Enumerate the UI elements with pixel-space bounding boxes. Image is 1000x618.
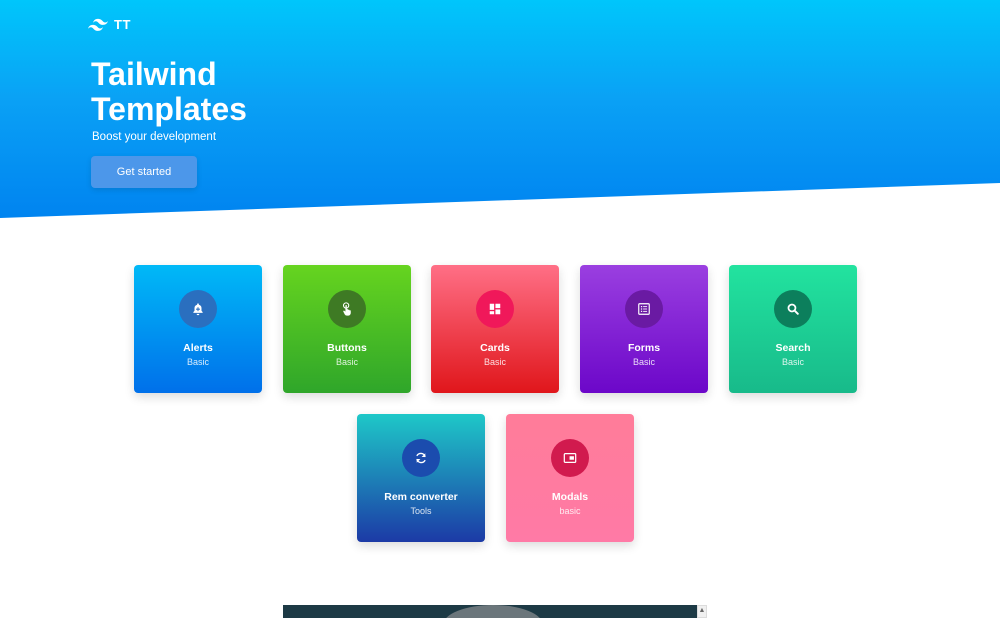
- card-title: Alerts: [183, 342, 213, 354]
- card-icon-circle: [402, 439, 440, 477]
- bell-icon: [193, 303, 203, 316]
- get-started-button[interactable]: Get started: [91, 156, 197, 188]
- card-icon-circle: [625, 290, 663, 328]
- card-title: Modals: [551, 491, 589, 503]
- card-title: Forms: [627, 342, 661, 354]
- preview-frame: [283, 605, 697, 618]
- page-title: Tailwind Templates: [91, 56, 247, 127]
- card-rem-converter[interactable]: Rem converter Tools: [357, 414, 485, 542]
- card-icon-circle: [551, 439, 589, 477]
- card-modals[interactable]: Modals basic: [506, 414, 634, 542]
- brand-name: TT: [114, 17, 131, 32]
- card-title: Rem converter: [384, 491, 458, 503]
- card-cards[interactable]: Cards Basic: [431, 265, 559, 393]
- card-title: Buttons: [327, 342, 367, 354]
- grid-layout-icon: [489, 303, 501, 315]
- modal-window-icon: [563, 453, 577, 463]
- card-title: Search: [775, 342, 811, 354]
- preview-image: [443, 605, 543, 618]
- card-icon-circle: [774, 290, 812, 328]
- card-subtitle: Tools: [410, 506, 432, 516]
- scrollbar-up-arrow[interactable]: ▲: [697, 605, 707, 618]
- card-buttons[interactable]: Buttons Basic: [283, 265, 411, 393]
- card-icon-circle: [179, 290, 217, 328]
- card-search[interactable]: Search Basic: [729, 265, 857, 393]
- card-subtitle: Basic: [632, 357, 655, 367]
- card-title: Cards: [480, 342, 510, 354]
- card-icon-circle: [328, 290, 366, 328]
- card-forms[interactable]: Forms Basic: [580, 265, 708, 393]
- brand[interactable]: TT: [88, 17, 131, 32]
- pointer-hand-icon: [342, 302, 351, 316]
- search-icon: [787, 303, 799, 315]
- card-subtitle: Basic: [483, 357, 506, 367]
- card-subtitle: Basic: [335, 357, 358, 367]
- hero-subtitle: Boost your development: [92, 131, 217, 143]
- card-subtitle: Basic: [186, 357, 209, 367]
- refresh-icon: [416, 452, 426, 464]
- card-icon-circle: [476, 290, 514, 328]
- form-list-icon: [638, 303, 650, 315]
- card-alerts[interactable]: Alerts Basic: [134, 265, 262, 393]
- card-subtitle: basic: [559, 506, 581, 516]
- tailwind-logo-icon: [88, 18, 108, 31]
- card-subtitle: Basic: [781, 357, 804, 367]
